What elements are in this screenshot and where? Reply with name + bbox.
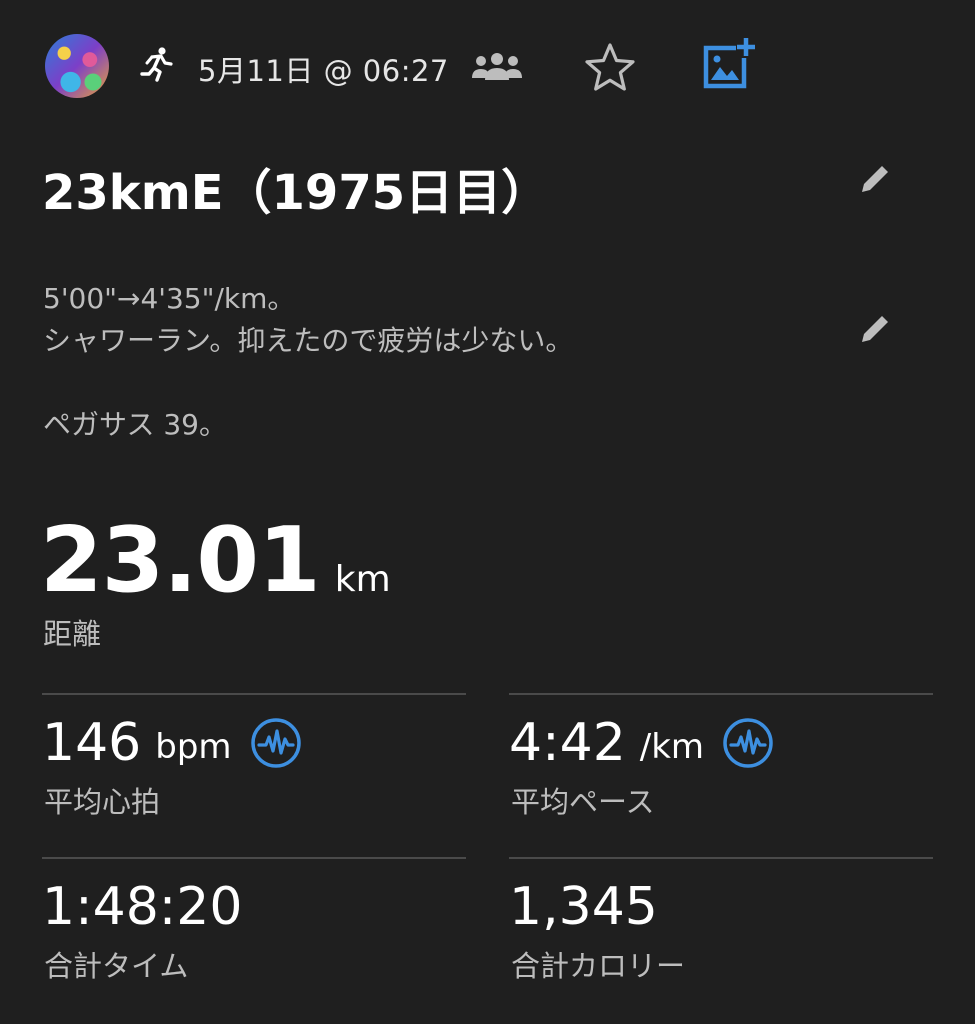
stat-unit: /km	[639, 727, 705, 767]
chart-pulse-icon[interactable]	[722, 717, 774, 769]
star-icon[interactable]	[584, 42, 636, 92]
add-photo-icon[interactable]	[698, 36, 758, 92]
running-person-icon	[140, 47, 173, 82]
user-avatar[interactable]	[45, 34, 109, 98]
group-icon[interactable]	[470, 52, 524, 82]
note-line: 5'00"→4'35"/km。	[43, 282, 296, 315]
chart-pulse-icon[interactable]	[250, 717, 302, 769]
stat-value: 1:48:20	[42, 877, 243, 937]
stat-unit: bpm	[155, 727, 232, 767]
stat-avg-heart-rate[interactable]: 146 bpm 平均心拍	[42, 693, 466, 845]
distance-value: 23.01	[40, 508, 321, 613]
edit-notes-pencil-icon[interactable]	[856, 310, 894, 348]
note-line: シャワーラン。抑えたので疲労は少ない。	[43, 324, 574, 357]
stat-avg-pace[interactable]: 4:42 /km 平均ペース	[509, 693, 933, 845]
stat-value: 1,345	[509, 877, 658, 937]
stat-total-time: 1:48:20 合計タイム	[42, 857, 466, 1009]
distance-unit: km	[334, 559, 391, 600]
edit-title-pencil-icon[interactable]	[856, 160, 894, 198]
note-blank-line	[43, 362, 823, 404]
activity-notes: 5'00"→4'35"/km。 シャワーラン。抑えたので疲労は少ない。 ペガサス…	[43, 278, 823, 446]
activity-detail-page: 5月11日 @ 06:27 23kmE（1975日目） 5'00"→4'35"/…	[0, 0, 975, 1024]
distance-value-row: 23.01 km	[40, 508, 391, 613]
activity-date-time: 5月11日 @ 06:27	[198, 54, 449, 88]
note-line: ペガサス 39。	[43, 408, 227, 441]
stat-total-calories: 1,345 合計カロリー	[509, 857, 933, 1009]
stat-value: 146	[42, 713, 142, 773]
activity-title: 23kmE（1975日目）	[42, 165, 550, 221]
distance-label: 距離	[43, 617, 102, 651]
stat-value: 4:42	[509, 713, 626, 773]
stat-label: 合計タイム	[44, 949, 189, 983]
stat-label: 合計カロリー	[511, 949, 686, 983]
stat-label: 平均心拍	[44, 785, 161, 819]
stat-label: 平均ペース	[511, 785, 655, 819]
